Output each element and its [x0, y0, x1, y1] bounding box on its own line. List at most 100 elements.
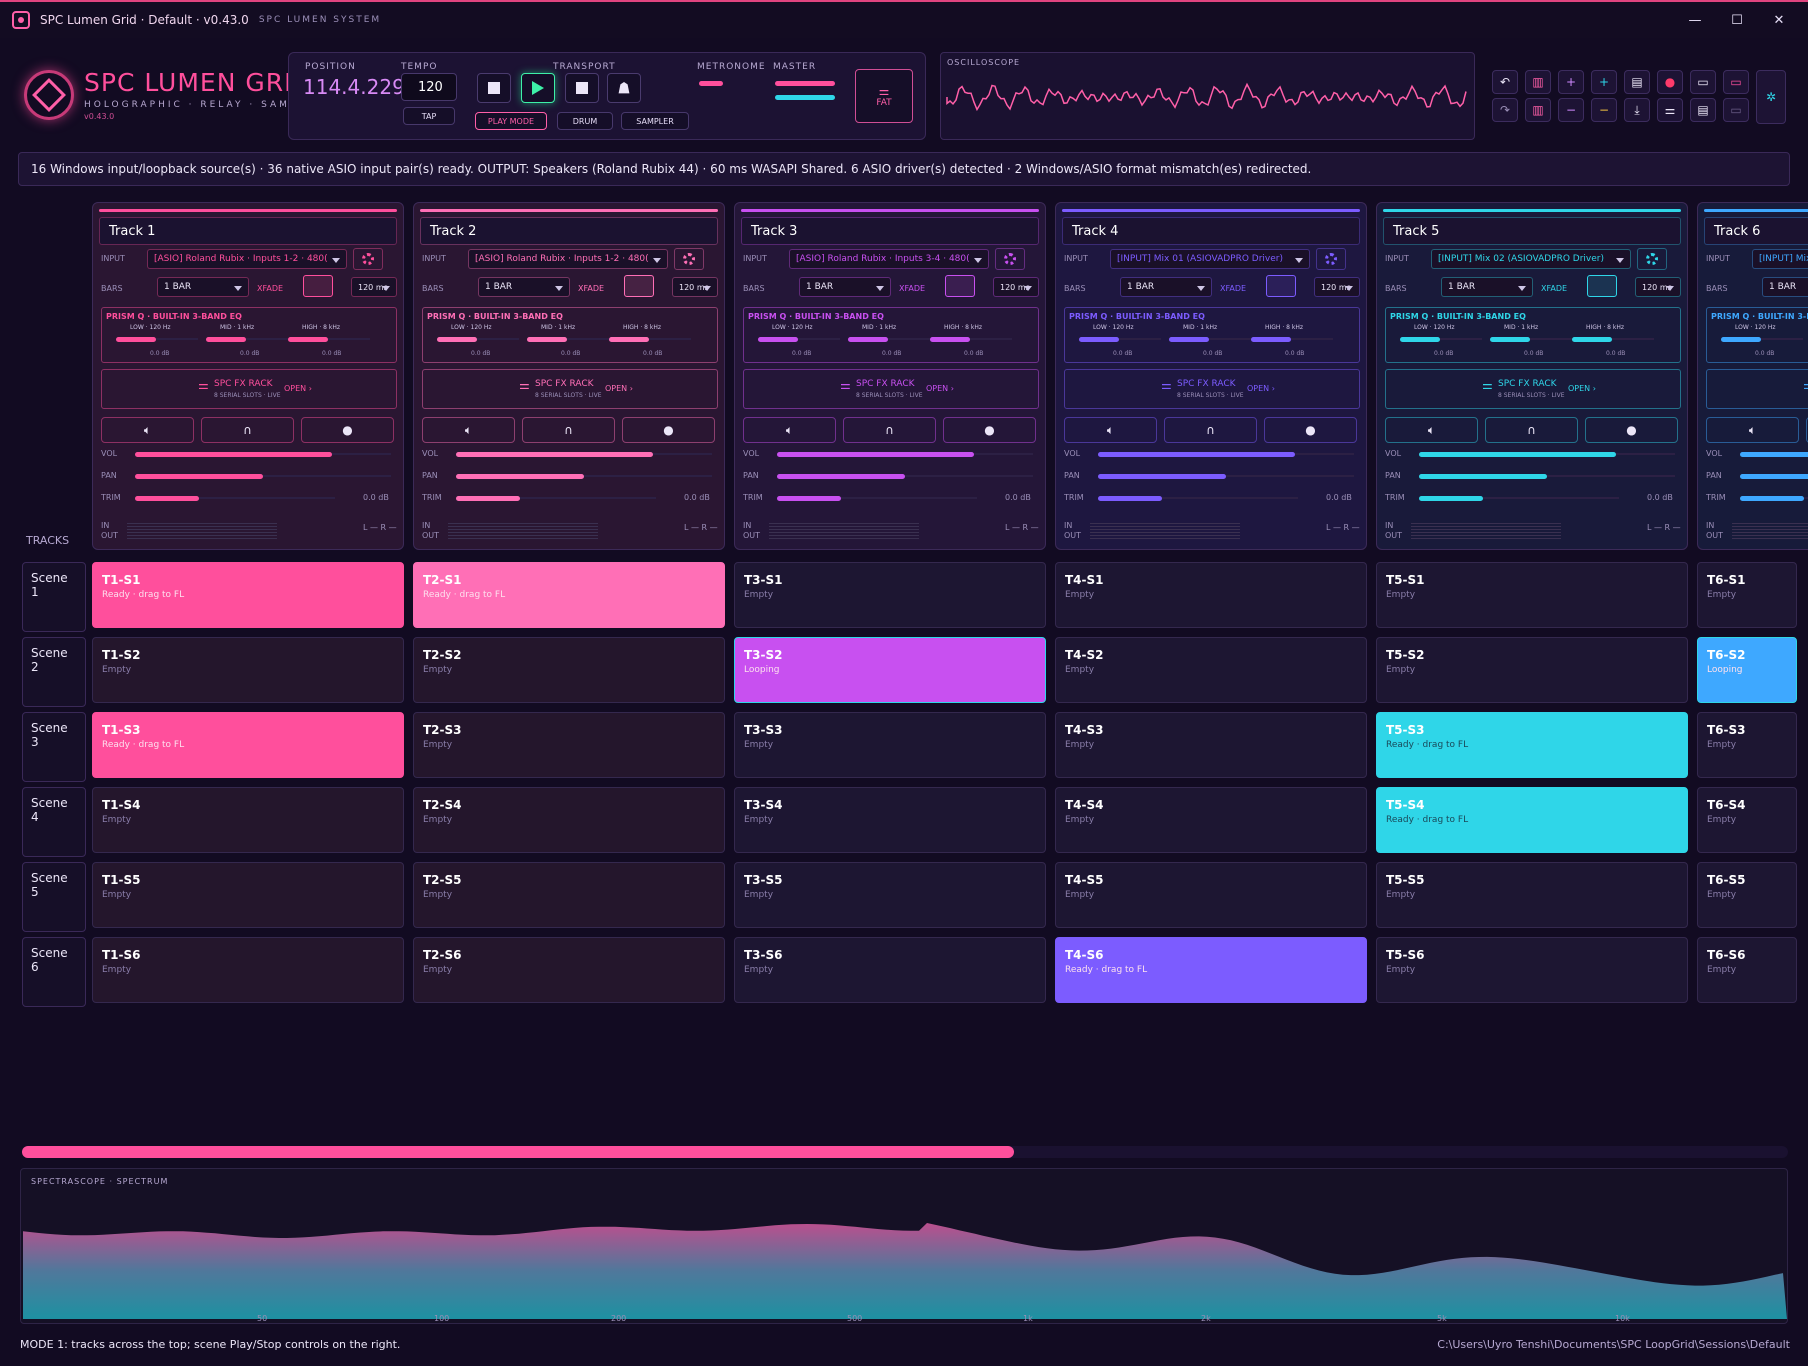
monitor-button[interactable]: ∩: [1485, 417, 1578, 443]
trim-slider[interactable]: [1419, 496, 1483, 501]
monitor-pink-button[interactable]: ▭: [1723, 70, 1749, 94]
xfade-time-field[interactable]: 120 ms: [672, 277, 718, 297]
trim-slider[interactable]: [135, 496, 199, 501]
pan-slider[interactable]: [1740, 474, 1808, 479]
volume-slider[interactable]: [135, 452, 332, 457]
eq-mid-slider[interactable]: [848, 337, 888, 342]
eq-high-slider[interactable]: [609, 337, 649, 342]
mute-button[interactable]: 🔈︎: [101, 417, 194, 443]
clip-slot[interactable]: T4-S5 Empty: [1055, 862, 1367, 928]
metronome-toggle-button[interactable]: [607, 73, 641, 103]
pan-slider[interactable]: [1098, 474, 1226, 479]
pan-slider[interactable]: [1419, 474, 1547, 479]
clip-slot[interactable]: T1-S2 Empty: [92, 637, 404, 703]
metronome-level[interactable]: [699, 81, 723, 86]
input-settings-button[interactable]: [674, 248, 704, 270]
clip-slot[interactable]: T6-S5 Empty: [1697, 862, 1797, 928]
monitor-off-button[interactable]: ▭: [1723, 98, 1749, 122]
close-icon[interactable]: ✕: [1764, 8, 1794, 32]
record-arm-button[interactable]: ●: [943, 417, 1036, 443]
clip-slot[interactable]: T5-S3 Ready · drag to FL: [1376, 712, 1688, 778]
volume-slider[interactable]: [1098, 452, 1295, 457]
clip-slot[interactable]: T3-S4 Empty: [734, 787, 1046, 853]
xfade-toggle[interactable]: [303, 275, 333, 297]
xfade-time-field[interactable]: 120 ms: [351, 277, 397, 297]
xfade-time-field[interactable]: 120 ms: [1314, 277, 1360, 297]
clip-slot[interactable]: T4-S1 Empty: [1055, 562, 1367, 628]
fx-rack-button[interactable]: ⚌SPC FX RACK8 SERIAL SLOTS · LIVEOPEN ›: [1064, 369, 1360, 409]
input-select[interactable]: [ASIO] Roland Rubix · Inputs 1-2 · 480(: [147, 249, 347, 269]
clip-slot[interactable]: T5-S5 Empty: [1376, 862, 1688, 928]
input-select[interactable]: [INPUT] Mix 01 (ASIOVADPRO Driver): [1110, 249, 1310, 269]
bars-select[interactable]: 1 BAR: [478, 277, 570, 297]
clip-slot[interactable]: T5-S4 Ready · drag to FL: [1376, 787, 1688, 853]
mode-drum-button[interactable]: DRUM: [557, 112, 613, 130]
scene-label[interactable]: Scene 1: [22, 562, 86, 632]
monitor-button[interactable]: ∩: [1164, 417, 1257, 443]
input-settings-button[interactable]: [353, 248, 383, 270]
fx-rack-button[interactable]: ⚌SPC FX RACK8 SERIAL SLOTS · LIVEOPEN ›: [1706, 369, 1808, 409]
eq-high-slider[interactable]: [288, 337, 328, 342]
scene-label[interactable]: Scene 5: [22, 862, 86, 932]
record-stop-button[interactable]: [565, 73, 599, 103]
clip-slot[interactable]: T5-S6 Empty: [1376, 937, 1688, 1003]
clip-slot[interactable]: T5-S1 Empty: [1376, 562, 1688, 628]
eq-low-slider[interactable]: [116, 337, 156, 342]
xfade-toggle[interactable]: [1266, 275, 1296, 297]
bars-select[interactable]: 1 BAR: [1120, 277, 1212, 297]
levels-alt-button[interactable]: ▥: [1525, 98, 1551, 122]
clip-slot[interactable]: T3-S2 Looping: [734, 637, 1046, 703]
position-progress[interactable]: [22, 1146, 1788, 1158]
track-name[interactable]: Track 1: [99, 217, 397, 245]
mode-sampler-button[interactable]: SAMPLER: [621, 112, 689, 130]
save-alt-button[interactable]: ▤: [1690, 98, 1716, 122]
mute-button[interactable]: 🔈︎: [422, 417, 515, 443]
eq-low-slider[interactable]: [1721, 337, 1761, 342]
pan-slider[interactable]: [777, 474, 905, 479]
undo-button[interactable]: ↶: [1492, 70, 1518, 94]
input-settings-button[interactable]: [1637, 248, 1667, 270]
eq-low-slider[interactable]: [758, 337, 798, 342]
eq-mid-slider[interactable]: [206, 337, 246, 342]
add-button[interactable]: +: [1558, 70, 1584, 94]
clip-slot[interactable]: T6-S3 Empty: [1697, 712, 1797, 778]
maximize-icon[interactable]: ☐: [1722, 8, 1752, 32]
mute-button[interactable]: 🔈︎: [1706, 417, 1799, 443]
record-arm-button[interactable]: ●: [622, 417, 715, 443]
volume-slider[interactable]: [1419, 452, 1616, 457]
trim-slider[interactable]: [777, 496, 841, 501]
levels-button[interactable]: ▥: [1525, 70, 1551, 94]
xfade-toggle[interactable]: [624, 275, 654, 297]
mute-button[interactable]: 🔈︎: [1385, 417, 1478, 443]
eq-mid-slider[interactable]: [1490, 337, 1530, 342]
clip-slot[interactable]: T1-S4 Empty: [92, 787, 404, 853]
eq-low-slider[interactable]: [1400, 337, 1440, 342]
input-select[interactable]: [ASIO] Roland Rubix · Inputs 3-4 · 480(: [789, 249, 989, 269]
clip-slot[interactable]: T1-S5 Empty: [92, 862, 404, 928]
clip-slot[interactable]: T2-S5 Empty: [413, 862, 725, 928]
mixer-button[interactable]: ⚌: [1657, 98, 1683, 122]
input-select[interactable]: [INPUT] Mix 02 (ASIOVADPRO Driver): [1431, 249, 1631, 269]
clip-slot[interactable]: T2-S3 Empty: [413, 712, 725, 778]
clip-slot[interactable]: T4-S6 Ready · drag to FL: [1055, 937, 1367, 1003]
input-settings-button[interactable]: [1316, 248, 1346, 270]
eq-low-slider[interactable]: [1079, 337, 1119, 342]
fx-rack-button[interactable]: ⚌SPC FX RACK8 SERIAL SLOTS · LIVEOPEN ›: [743, 369, 1039, 409]
play-button[interactable]: [521, 73, 555, 103]
monitor-button[interactable]: ▭: [1690, 70, 1716, 94]
clip-slot[interactable]: T1-S6 Empty: [92, 937, 404, 1003]
clip-slot[interactable]: T2-S2 Empty: [413, 637, 725, 703]
trim-slider[interactable]: [1098, 496, 1162, 501]
settings-button[interactable]: ✲: [1756, 70, 1786, 124]
track-name[interactable]: Track 3: [741, 217, 1039, 245]
input-select[interactable]: [INPUT] Mix 03 (ASIOVADPRO Driver): [1752, 249, 1808, 269]
scene-label[interactable]: Scene 6: [22, 937, 86, 1007]
clip-slot[interactable]: T3-S1 Empty: [734, 562, 1046, 628]
clip-slot[interactable]: T4-S2 Empty: [1055, 637, 1367, 703]
clip-slot[interactable]: T3-S3 Empty: [734, 712, 1046, 778]
clip-slot[interactable]: T6-S4 Empty: [1697, 787, 1797, 853]
bars-select[interactable]: 1 BAR: [1762, 277, 1808, 297]
input-settings-button[interactable]: [995, 248, 1025, 270]
monitor-button[interactable]: ∩: [522, 417, 615, 443]
clip-slot[interactable]: T1-S1 Ready · drag to FL: [92, 562, 404, 628]
